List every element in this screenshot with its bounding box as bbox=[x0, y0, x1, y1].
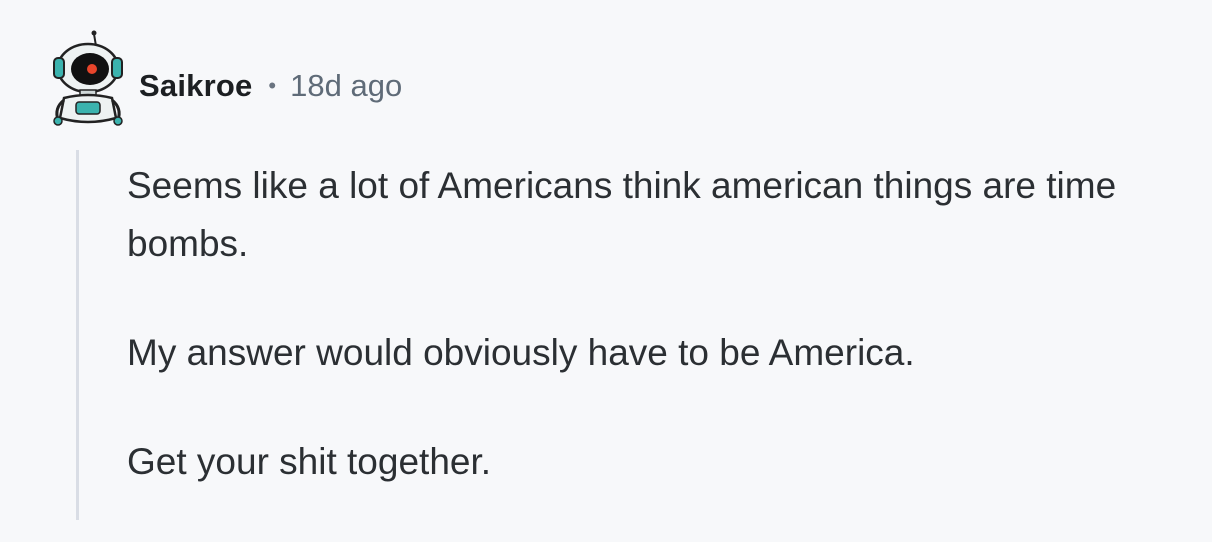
comment-paragraph: My answer would obviously have to be Ame… bbox=[127, 332, 915, 373]
robot-avatar-icon[interactable] bbox=[50, 28, 126, 128]
author-name[interactable]: Saikroe bbox=[139, 68, 252, 104]
thread-line[interactable] bbox=[76, 150, 79, 520]
comment-timestamp[interactable]: 18d ago bbox=[290, 68, 402, 104]
comment-paragraph: Get your shit together. bbox=[127, 441, 492, 482]
comment-body: Seems like a lot of Americans think amer… bbox=[127, 157, 1167, 542]
comment-paragraph: Seems like a lot of Americans think amer… bbox=[127, 165, 1117, 264]
comment-header: Saikroe • 18d ago bbox=[139, 66, 402, 106]
separator-dot: • bbox=[268, 73, 277, 98]
comment: Saikroe • 18d ago Seems like a lot of Am… bbox=[0, 0, 1212, 520]
